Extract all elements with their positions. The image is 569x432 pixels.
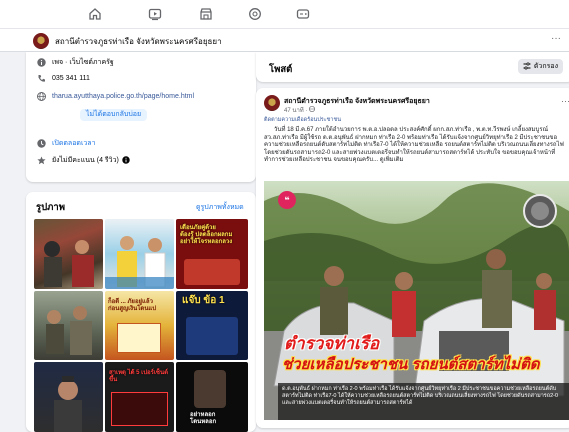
response-badge[interactable]: ไม่ได้ตอบกลับบ่อย [80, 109, 148, 121]
page-category: เพจ · เว็บไซต์ภาครัฐ [52, 59, 114, 66]
photo-thumb[interactable]: แจ๊บ ข้อ 1 [176, 291, 248, 360]
photo-thumb[interactable]: เตือนภัยคู่ด้วย ต้องรู้ ปลดล็อกผลกม อย่า… [176, 219, 248, 289]
photo-thumb[interactable] [34, 291, 103, 360]
page-logo[interactable] [33, 33, 49, 49]
post-body: วันที่ 18 มี.ค.67 ภายใต้อำนวยการ พ.ต.อ.ป… [264, 127, 564, 164]
star-icon [37, 156, 46, 165]
post-tag-link[interactable]: ติดตามความเดือดร้อนประชาชน [264, 117, 564, 125]
hours-row: เปิดตลอดเวลา [37, 138, 96, 149]
post-time[interactable]: 47 นาที · [284, 105, 307, 115]
filter-icon [523, 61, 531, 72]
thumb-caption: แจ๊บ ข้อ 1 [182, 295, 225, 306]
groups-icon[interactable] [294, 5, 312, 23]
globe-icon [309, 106, 316, 114]
open-hours[interactable]: เปิดตลอดเวลา [52, 138, 96, 149]
intro-card: เพจ · เว็บไซต์ภาครัฐ 035 341 111 tharua.… [26, 52, 256, 182]
photo-subheadline: ช่วยเหลือประชาชน รถยนต์สตาร์ทไม่ติด [282, 356, 540, 373]
thumb-caption: สาเหตุ ได้ 5 เปอร์เซ็นต์ขึ้น [109, 370, 168, 383]
posts-title: โพสต์ [269, 64, 293, 75]
video-icon[interactable] [146, 5, 164, 23]
website-link[interactable]: tharua.ayutthaya.police.go.th/page/home.… [52, 93, 194, 100]
info-icon [37, 58, 46, 67]
home-icon[interactable] [86, 5, 104, 23]
globe-icon [37, 92, 46, 101]
page-header-bar: สถานีตำรวจภูธรท่าเรือ จังหวัดพระนครศรีอย… [0, 28, 569, 52]
post-author-avatar[interactable] [264, 95, 280, 111]
filter-label: ตัวกรอง [533, 63, 558, 70]
photo-thumb[interactable] [105, 219, 174, 289]
see-all-photos-link[interactable]: ดูรูปภาพทั้งหมด [196, 202, 244, 213]
photos-card: รูปภาพ ดูรูปภาพทั้งหมด เตือนภัยคู่ด้วย ต… [26, 192, 256, 432]
page-title[interactable]: สถานีตำรวจภูธรท่าเรือ จังหวัดพระนครศรีอย… [55, 35, 222, 48]
photo-caption: ด.ต.อนุพันธ์ ฝากหมก ท่าเรือ 2-0 พร้อมท่า… [282, 386, 559, 406]
post-meta: 47 นาที · [284, 105, 316, 115]
post-more-options-button[interactable]: ··· [561, 96, 569, 106]
phone-row: 035 341 111 [37, 74, 90, 83]
photo-thumb[interactable] [34, 362, 103, 432]
rating-row: ยังไม่มีคะแนน (4 รีวิว) [37, 155, 130, 166]
gaming-icon[interactable] [246, 5, 264, 23]
more-options-button[interactable]: ··· [551, 33, 561, 44]
photo-thumb[interactable]: สาเหตุ ได้ 5 เปอร์เซ็นต์ขึ้น [105, 362, 174, 432]
category-row: เพจ · เว็บไซต์ภาครัฐ [37, 57, 114, 68]
marketplace-icon[interactable] [197, 5, 215, 23]
thumb-caption: อย่าหลอก โดนหลอก [190, 412, 217, 425]
thumb-caption: ก็อดี ... ภัยอยู่แล้ว ก่อนสูญเงินโดนแป [108, 299, 157, 312]
posts-header-card: โพสต์ ตัวกรอง [256, 52, 569, 82]
filter-button[interactable]: ตัวกรอง [517, 59, 563, 74]
photo-thumb[interactable]: อย่าหลอก โดนหลอก [176, 362, 248, 432]
clock-icon [37, 139, 46, 148]
phone-number[interactable]: 035 341 111 [52, 75, 90, 82]
photo-thumb[interactable]: ก็อดี ... ภัยอยู่แล้ว ก่อนสูญเงินโดนแป [105, 291, 174, 360]
rating-text: ยังไม่มีคะแนน (4 รีวิว) [52, 157, 119, 164]
post-photo[interactable]: ❝ ตำรวจท่าเรือ ช่วยเหลือประชาชน รถยนต์สต… [264, 181, 569, 420]
phone-icon [37, 74, 46, 83]
photo-caption-band: ด.ต.อนุพันธ์ ฝากหมก ท่าเรือ 2-0 พร้อมท่า… [278, 383, 569, 420]
top-navigation-bar [0, 0, 569, 28]
quote-badge-icon: ❝ [278, 191, 296, 209]
photo-thumb[interactable] [34, 219, 103, 289]
photos-title: รูปภาพ [36, 202, 65, 213]
rating-info-icon[interactable] [122, 155, 130, 166]
thumb-caption: เตือนภัยคู่ด้วย ต้องรู้ ปลดล็อกผลกม อย่า… [180, 225, 233, 245]
website-row: tharua.ayutthaya.police.go.th/page/home.… [37, 92, 194, 101]
